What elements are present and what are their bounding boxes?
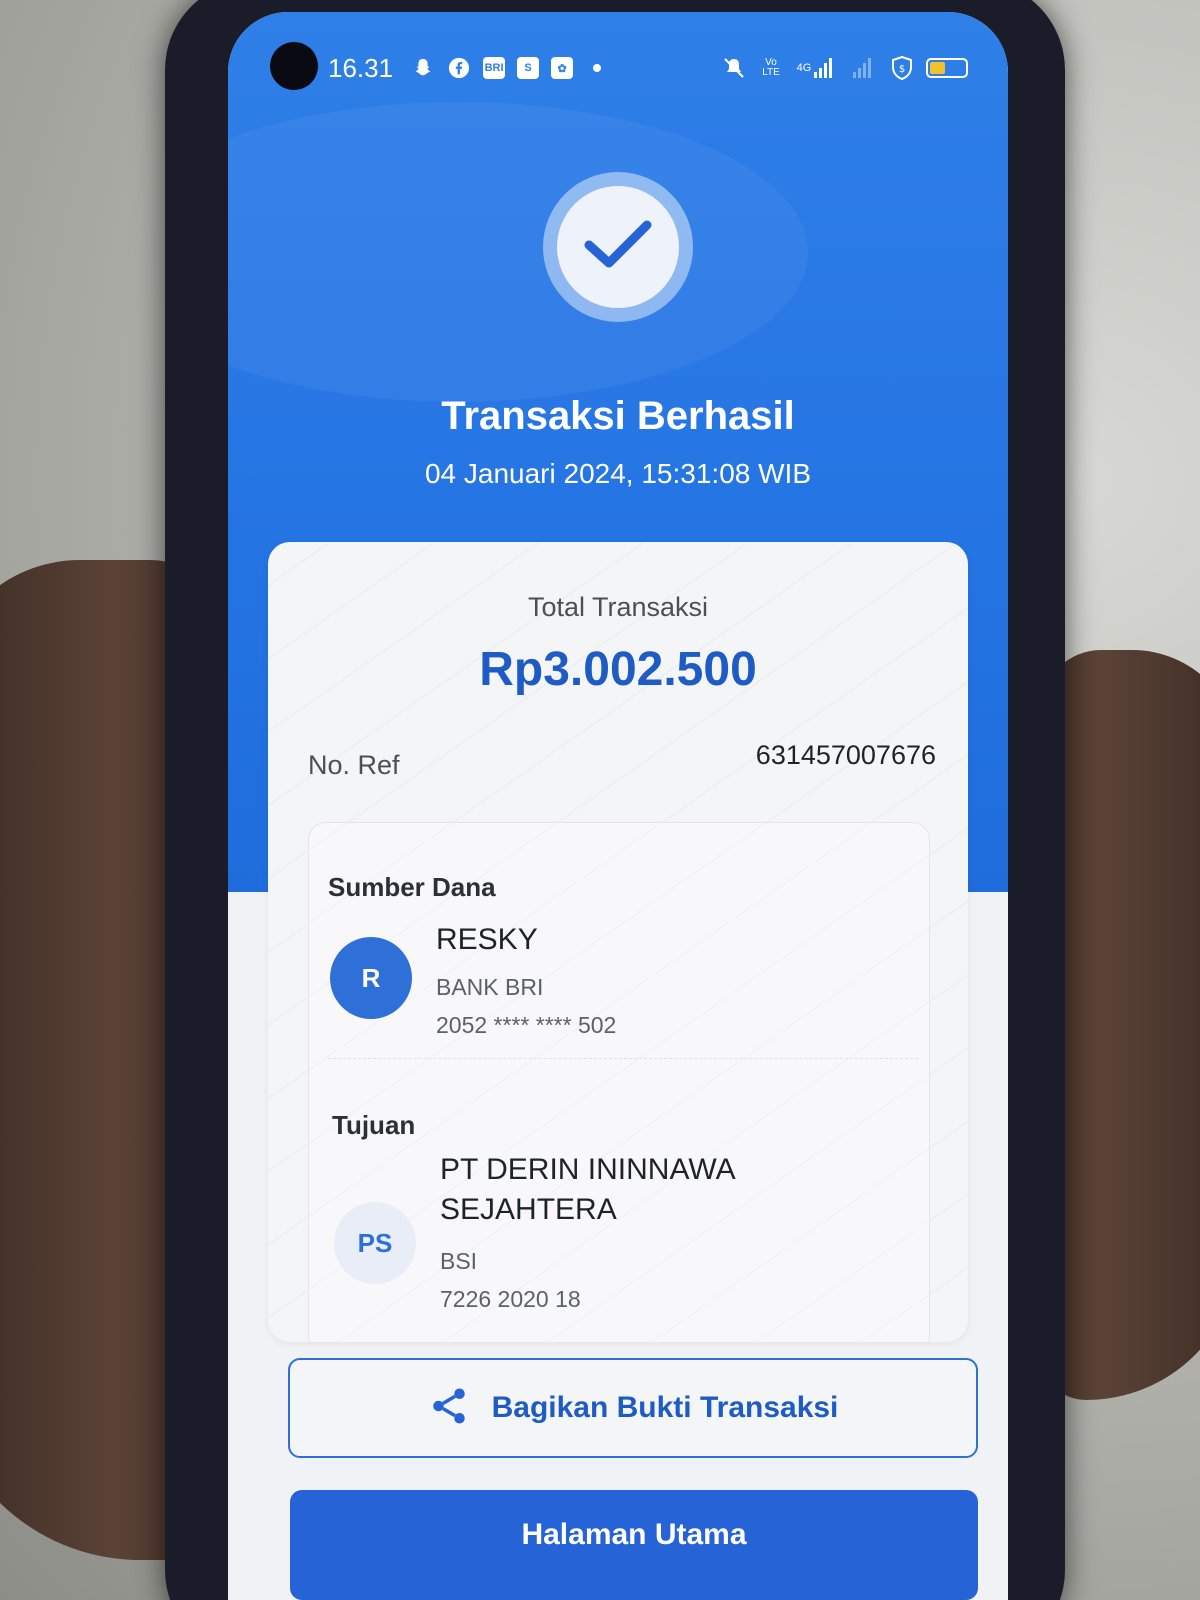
- brimo-icon: BRI: [483, 57, 506, 79]
- transaction-datetime: 04 Januari 2024, 15:31:08 WIB: [424, 458, 812, 489]
- svg-text:$: $: [899, 64, 905, 75]
- share-receipt-button[interactable]: Bagikan Bukti Transaksi: [288, 1358, 978, 1458]
- snapchat-icon: [411, 56, 435, 80]
- facebook-icon: [447, 56, 471, 80]
- phone-screen: 16.31 BRI S ✿ Vo LTE 4G $ Transaksi Berh…: [228, 12, 1008, 1600]
- success-badge-inner: [557, 186, 679, 308]
- battery-level-fill: [930, 62, 945, 74]
- source-account: 2052 **** **** 502: [436, 1012, 617, 1038]
- source-bank: BANK BRI: [436, 974, 544, 1000]
- photo-background: 16.31 BRI S ✿ Vo LTE 4G $ Transaksi Berh…: [0, 0, 1200, 1600]
- ref-value: 631457007676: [755, 740, 936, 770]
- receipt-card: Total Transaksi Rp3.002.500 No. Ref 6314…: [268, 542, 968, 1342]
- section-divider: [328, 1058, 918, 1059]
- source-name: RESKY: [436, 923, 538, 956]
- destination-name-line1: PT DERIN ININNAWA: [440, 1153, 736, 1186]
- battery-icon: [926, 58, 968, 78]
- source-section-label: Sumber Dana: [328, 872, 496, 902]
- shield-icon: $: [890, 56, 914, 80]
- check-icon: [583, 217, 653, 277]
- front-camera: [270, 42, 318, 90]
- destination-avatar: PS: [334, 1202, 416, 1284]
- status-icons-left: BRI S ✿: [411, 56, 609, 80]
- home-button-label: Halaman Utama: [521, 1518, 747, 1551]
- destination-bank: BSI: [440, 1248, 478, 1274]
- shopee-icon: S: [517, 57, 540, 79]
- status-bar: 16.31 BRI S ✿ Vo LTE 4G $: [328, 48, 968, 88]
- ref-label: No. Ref: [308, 750, 400, 780]
- volte-icon: Vo LTE: [762, 57, 780, 78]
- destination-section-label: Tujuan: [332, 1110, 416, 1140]
- app-icon: ✿: [551, 57, 574, 79]
- dot-icon: [585, 56, 609, 80]
- share-receipt-label: Bagikan Bukti Transaksi: [491, 1391, 839, 1424]
- destination-account: 7226 2020 18: [440, 1286, 581, 1312]
- network-label: 4G: [796, 62, 812, 74]
- mute-icon: [722, 56, 746, 80]
- total-amount: Rp3.002.500: [479, 643, 757, 696]
- status-icons-right: Vo LTE 4G $: [722, 56, 968, 80]
- destination-name-line2: SEJAHTERA: [440, 1193, 617, 1226]
- status-time: 16.31: [328, 52, 394, 83]
- source-avatar: R: [330, 937, 412, 1019]
- total-label: Total Transaksi: [527, 592, 709, 622]
- share-icon: [428, 1385, 470, 1431]
- home-button[interactable]: Halaman Utama: [290, 1490, 978, 1600]
- signal-4g-icon: 4G: [796, 56, 836, 80]
- success-badge: [543, 172, 693, 322]
- page-title: Transaksi Berhasil: [441, 394, 795, 438]
- signal-icon: [848, 56, 878, 80]
